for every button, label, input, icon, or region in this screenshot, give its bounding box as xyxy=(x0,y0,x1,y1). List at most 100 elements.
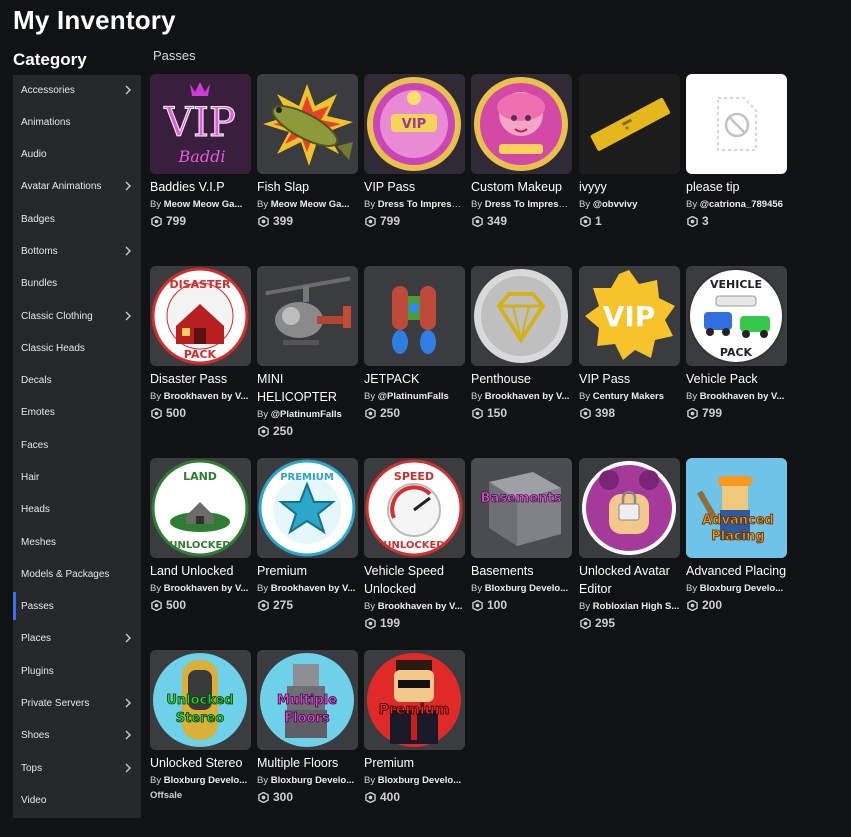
item-card[interactable]: VIP Baddi Baddies V.I.P By Meow Meow Ga... 7… xyxy=(150,74,251,229)
item-thumbnail[interactable]: Basements xyxy=(471,458,572,558)
item-card[interactable]: VIP VIP Pass By Dress To Impress ... 799 xyxy=(364,74,465,229)
item-name[interactable]: Fish Slap xyxy=(257,178,358,196)
item-name[interactable]: Unlocked Stereo xyxy=(150,754,251,772)
sidebar-item-classic-heads[interactable]: Classic Heads xyxy=(13,334,141,362)
item-name[interactable]: VIP Pass xyxy=(579,370,680,388)
item-creator[interactable]: By @PlatinumFalls xyxy=(364,390,465,403)
item-card[interactable]: Penthouse By Brookhaven by V... 150 xyxy=(471,266,572,421)
creator-name[interactable]: @PlatinumFalls xyxy=(378,391,449,402)
item-creator[interactable]: By Brookhaven by V... xyxy=(471,390,572,403)
creator-name[interactable]: Brookhaven by V... xyxy=(164,391,249,402)
item-card[interactable]: MINI HELICOPTER By @PlatinumFalls 250 xyxy=(257,266,358,439)
item-thumbnail[interactable] xyxy=(364,266,465,366)
item-creator[interactable]: By Brookhaven by V... xyxy=(686,390,787,403)
item-name[interactable]: MINI HELICOPTER xyxy=(257,370,358,406)
item-creator[interactable]: By @catriona_789456 xyxy=(686,198,787,211)
creator-name[interactable]: Brookhaven by V... xyxy=(271,583,356,594)
sidebar-item-passes[interactable]: Passes xyxy=(13,592,141,620)
sidebar-item-bundles[interactable]: Bundles xyxy=(13,269,141,297)
item-card[interactable]: DISASTER PACK Disaster Pass By Brookhaven b… xyxy=(150,266,251,421)
sidebar-item-faces[interactable]: Faces xyxy=(13,431,141,459)
item-name[interactable]: Vehicle Speed Unlocked xyxy=(364,562,465,598)
item-creator[interactable]: By Bloxburg Develo... xyxy=(364,774,465,787)
creator-name[interactable]: Meow Meow Ga... xyxy=(271,199,350,210)
item-name[interactable]: Multiple Floors xyxy=(257,754,358,772)
item-creator[interactable]: By Bloxburg Develo... xyxy=(686,582,787,595)
item-thumbnail[interactable] xyxy=(579,74,680,174)
item-name[interactable]: JETPACK xyxy=(364,370,465,388)
creator-name[interactable]: Bloxburg Develo... xyxy=(378,775,461,786)
item-name[interactable]: VIP Pass xyxy=(364,178,465,196)
item-card[interactable]: Unlocked Avatar Editor By Robloxian High … xyxy=(579,458,680,631)
item-creator[interactable]: By Brookhaven by V... xyxy=(150,390,251,403)
sidebar-item-classic-clothing[interactable]: Classic Clothing xyxy=(13,302,141,330)
sidebar-item-meshes[interactable]: Meshes xyxy=(13,528,141,556)
item-card[interactable]: SPEED UNLOCKED Vehicle Speed Unlocked By Br… xyxy=(364,458,465,631)
item-name[interactable]: Land Unlocked xyxy=(150,562,251,580)
creator-name[interactable]: Bloxburg Develo... xyxy=(485,583,568,594)
creator-name[interactable]: Brookhaven by V... xyxy=(378,601,463,612)
creator-name[interactable]: @catriona_789456 xyxy=(700,199,783,210)
item-creator[interactable]: By Century Makers xyxy=(579,390,680,403)
item-card[interactable]: ivyyy By @obvvivy 1 xyxy=(579,74,680,229)
sidebar-item-badges[interactable]: Badges xyxy=(13,205,141,233)
creator-name[interactable]: Dress To Impress ... xyxy=(485,199,572,210)
item-name[interactable]: Premium xyxy=(257,562,358,580)
item-creator[interactable]: By Dress To Impress ... xyxy=(364,198,465,211)
item-creator[interactable]: By Brookhaven by V... xyxy=(150,582,251,595)
sidebar-item-heads[interactable]: Heads xyxy=(13,495,141,523)
item-card[interactable]: LAND UNLOCKED Land Unlocked By Brookhaven b… xyxy=(150,458,251,613)
sidebar-item-animations[interactable]: Animations xyxy=(13,108,141,136)
item-card[interactable]: Basements Basements By Bloxburg Develo... 1… xyxy=(471,458,572,613)
item-name[interactable]: please tip xyxy=(686,178,787,196)
item-card[interactable]: Premium Premium By Bloxburg Develo... 400 xyxy=(364,650,465,805)
item-card[interactable]: PREMIUM Premium By Brookhaven by V... 275 xyxy=(257,458,358,613)
item-thumbnail[interactable] xyxy=(471,266,572,366)
creator-name[interactable]: Brookhaven by V... xyxy=(164,583,249,594)
sidebar-item-decals[interactable]: Decals xyxy=(13,366,141,394)
item-name[interactable]: Advanced Placing xyxy=(686,562,787,580)
item-creator[interactable]: By Bloxburg Develo... xyxy=(471,582,572,595)
creator-name[interactable]: Bloxburg Develo... xyxy=(271,775,354,786)
sidebar-item-models-packages[interactable]: Models & Packages xyxy=(13,560,141,588)
item-card[interactable]: Unlocked Stereo Unlocked Stereo By Bloxburg… xyxy=(150,650,251,801)
item-thumbnail[interactable]: PREMIUM xyxy=(257,458,358,558)
item-thumbnail[interactable] xyxy=(471,74,572,174)
item-name[interactable]: ivyyy xyxy=(579,178,680,196)
creator-name[interactable]: Century Makers xyxy=(593,391,664,402)
item-creator[interactable]: By Bloxburg Develo... xyxy=(257,774,358,787)
item-card[interactable]: Fish Slap By Meow Meow Ga... 399 xyxy=(257,74,358,229)
item-card[interactable]: JETPACK By @PlatinumFalls 250 xyxy=(364,266,465,421)
item-card[interactable]: please tip By @catriona_789456 3 xyxy=(686,74,787,229)
sidebar-item-plugins[interactable]: Plugins xyxy=(13,657,141,685)
item-creator[interactable]: By @PlatinumFalls xyxy=(257,408,358,421)
creator-name[interactable]: @PlatinumFalls xyxy=(271,409,342,420)
sidebar-item-audio[interactable]: Audio xyxy=(13,140,141,168)
item-thumbnail[interactable] xyxy=(686,74,787,174)
item-creator[interactable]: By Meow Meow Ga... xyxy=(150,198,251,211)
item-name[interactable]: Unlocked Avatar Editor xyxy=(579,562,680,598)
sidebar-item-hair[interactable]: Hair xyxy=(13,463,141,491)
item-creator[interactable]: By @obvvivy xyxy=(579,198,680,211)
item-thumbnail[interactable]: SPEED UNLOCKED xyxy=(364,458,465,558)
sidebar-item-tops[interactable]: Tops xyxy=(13,754,141,782)
item-thumbnail[interactable]: Premium xyxy=(364,650,465,750)
item-thumbnail[interactable]: VIP xyxy=(364,74,465,174)
item-name[interactable]: Basements xyxy=(471,562,572,580)
creator-name[interactable]: Bloxburg Develo... xyxy=(700,583,783,594)
item-thumbnail[interactable]: VIP xyxy=(579,266,680,366)
item-creator[interactable]: By Dress To Impress ... xyxy=(471,198,572,211)
item-name[interactable]: Baddies V.I.P xyxy=(150,178,251,196)
item-thumbnail[interactable]: VEHICLE PACK xyxy=(686,266,787,366)
item-thumbnail[interactable] xyxy=(579,458,680,558)
item-name[interactable]: Disaster Pass xyxy=(150,370,251,388)
item-creator[interactable]: By Brookhaven by V... xyxy=(364,600,465,613)
creator-name[interactable]: Brookhaven by V... xyxy=(485,391,570,402)
item-thumbnail[interactable]: DISASTER PACK xyxy=(150,266,251,366)
item-card[interactable]: Advanced Placing Advanced Placing By Bloxbu… xyxy=(686,458,787,613)
creator-name[interactable]: Bloxburg Develo... xyxy=(164,775,247,786)
item-thumbnail[interactable] xyxy=(257,74,358,174)
sidebar-item-video[interactable]: Video xyxy=(13,786,141,814)
item-card[interactable]: VEHICLE PACK Vehicle Pack By Brookhaven by … xyxy=(686,266,787,421)
creator-name[interactable]: Robloxian High S... xyxy=(593,601,680,612)
